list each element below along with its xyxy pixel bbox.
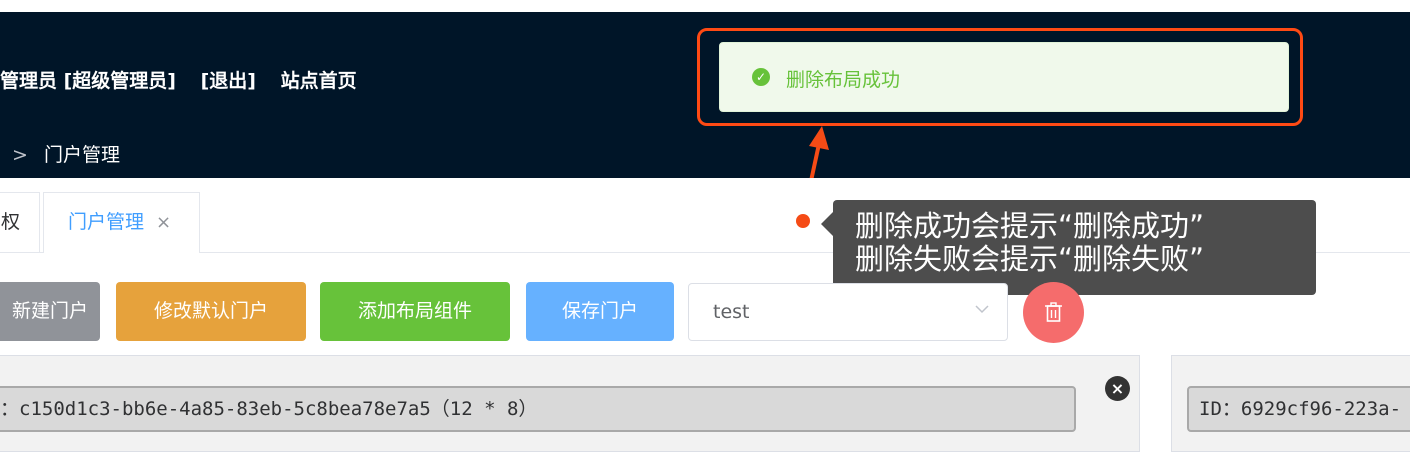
- annotation-tooltip: 删除成功会提示“删除成功” 删除失败会提示“删除失败”: [821, 200, 1316, 295]
- delete-portal-button[interactable]: [1023, 282, 1084, 343]
- annotation-dot: [796, 214, 810, 228]
- tab-portal-management-label: 门户管理: [68, 211, 145, 233]
- tab-close-icon[interactable]: ×: [156, 212, 171, 233]
- new-portal-button[interactable]: 新建门户: [0, 282, 100, 341]
- annotation-line-1: 删除成功会提示“删除成功”: [855, 209, 1205, 243]
- tab-previous-label: 权: [1, 211, 21, 233]
- save-portal-button[interactable]: 保存门户: [526, 282, 674, 341]
- tab-previous[interactable]: 权: [0, 192, 40, 252]
- annotation-line-2: 删除失败会提示“删除失败”: [855, 242, 1205, 276]
- chevron-down-icon: [975, 305, 989, 314]
- layout-id-field-right: ID：6929cf96-223a-: [1187, 386, 1410, 432]
- add-layout-component-button[interactable]: 添加布局组件: [320, 282, 510, 341]
- portal-select-value: test: [713, 301, 750, 323]
- trash-icon: [1045, 302, 1062, 322]
- tab-portal-management[interactable]: 门户管理 ×: [43, 192, 200, 253]
- remove-layout-icon[interactable]: ×: [1105, 376, 1130, 401]
- layout-id-field: ：c150d1c3-bb6e-4a85-83eb-5c8bea78e7a5（12…: [0, 386, 1076, 432]
- modify-default-portal-button[interactable]: 修改默认门户: [116, 282, 306, 341]
- portal-select[interactable]: test: [688, 283, 1008, 341]
- tooltip-caret: [821, 212, 833, 236]
